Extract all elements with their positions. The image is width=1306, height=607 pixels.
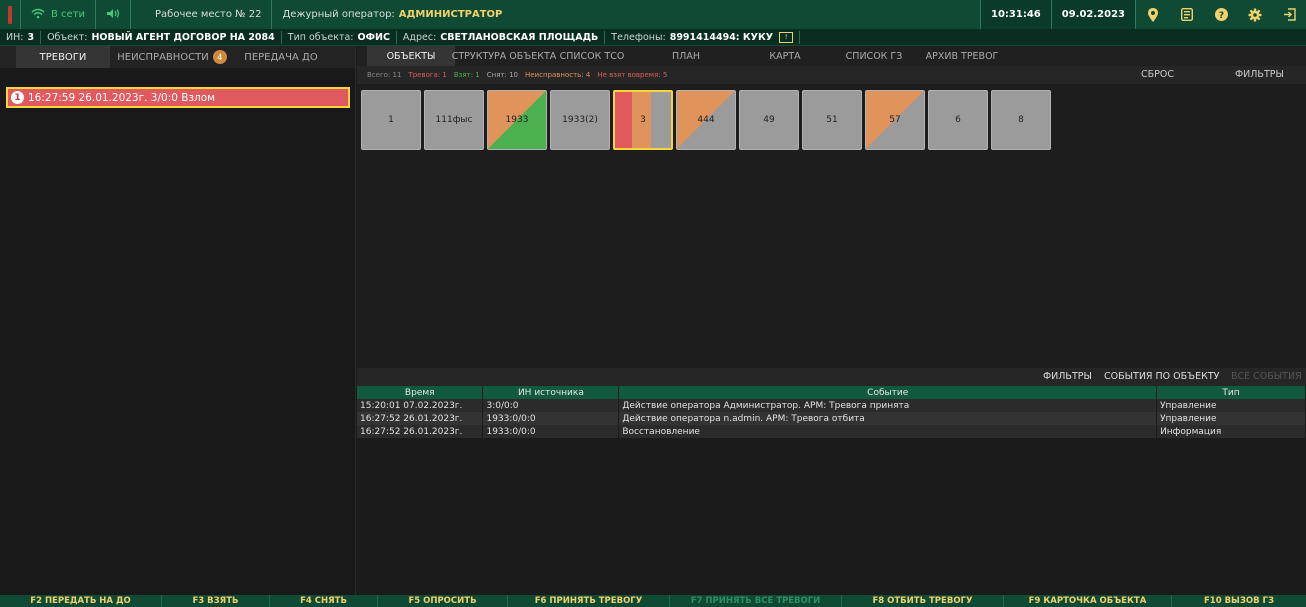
table-row[interactable]: 15:20:01 07.02.2023г. 3:0/0:0 Действие о… xyxy=(357,399,1306,412)
tab-object-structure[interactable]: СТРУКТУРА ОБЪЕКТА xyxy=(452,46,557,66)
object-tile[interactable]: 1 xyxy=(361,90,421,150)
info-in: ИН: 3 xyxy=(0,30,42,44)
settings-icon[interactable] xyxy=(1238,0,1272,29)
alarm-text: 16:27:59 26.01.2023г. 3/0:0 Взлом xyxy=(28,91,216,104)
stat-fault: Неисправность: 4 xyxy=(524,71,591,79)
f6-accept-alarm-button[interactable]: F6 ПРИНЯТЬ ТРЕВОГУ xyxy=(508,595,670,607)
object-tile[interactable]: 57 xyxy=(865,90,925,150)
tab-tso-list[interactable]: СПИСОК ТСО xyxy=(553,46,631,66)
alarm-indicator xyxy=(0,0,21,29)
filters-button[interactable]: ФИЛЬТРЫ xyxy=(1235,69,1284,80)
object-tile-selected[interactable]: 3 xyxy=(613,90,673,150)
stat-late: Не взят вовремя: 5 xyxy=(597,71,668,79)
object-tile[interactable]: 51 xyxy=(802,90,862,150)
tab-alarm-archive[interactable]: АРХИВ ТРЕВОГ xyxy=(919,46,1005,66)
clock-date: 09.02.2023 xyxy=(1051,0,1136,29)
workplace: Рабочее место № 22 xyxy=(131,0,273,29)
alarm-number: 1 xyxy=(11,91,24,104)
f9-object-card-button[interactable]: F9 КАРТОЧКА ОБЪЕКТА xyxy=(1004,595,1172,607)
stat-removed: Снят: 10 xyxy=(486,71,518,79)
tab-gz-list[interactable]: СПИСОК ГЗ xyxy=(829,46,919,66)
stats-bar: Всего: 11 Тревога: 1 Взят: 1 Снят: 10 Не… xyxy=(357,66,1306,84)
stat-alarm: Тревога: 1 xyxy=(408,71,447,79)
object-tile[interactable]: 6 xyxy=(928,90,988,150)
object-tile[interactable]: 1933 xyxy=(487,90,547,150)
stat-total: Всего: 11 xyxy=(367,71,402,79)
logout-icon[interactable] xyxy=(1272,0,1306,29)
f8-dismiss-alarm-button[interactable]: F8 ОТБИТЬ ТРЕВОГУ xyxy=(842,595,1004,607)
tab-plan[interactable]: ПЛАН xyxy=(631,46,741,66)
object-tile[interactable]: 1933(2) xyxy=(550,90,610,150)
tab-map[interactable]: КАРТА xyxy=(741,46,829,66)
events-by-object-button[interactable]: СОБЫТИЯ ПО ОБЪЕКТУ xyxy=(1104,371,1219,382)
events-header: ФИЛЬТРЫ СОБЫТИЯ ПО ОБЪЕКТУ ВСЕ СОБЫТИЯ xyxy=(357,368,1306,386)
f5-poll-button[interactable]: F5 ОПРОСИТЬ xyxy=(378,595,508,607)
tab-objects[interactable]: ОБЪЕКТЫ xyxy=(367,46,455,66)
operator: Дежурный оператор: АДМИНИСТРАТОР xyxy=(272,0,512,29)
connection-status: В сети xyxy=(21,0,97,29)
right-panel: ОБЪЕКТЫ СТРУКТУРА ОБЪЕКТА СПИСОК ТСО ПЛА… xyxy=(357,46,1306,595)
location-icon[interactable] xyxy=(1136,0,1170,29)
object-tile[interactable]: 8 xyxy=(991,90,1051,150)
events-panel: ФИЛЬТРЫ СОБЫТИЯ ПО ОБЪЕКТУ ВСЕ СОБЫТИЯ В… xyxy=(357,368,1306,595)
f7-accept-all-button[interactable]: F7 ПРИНЯТЬ ВСЕ ТРЕВОГИ xyxy=(670,595,842,607)
object-tile[interactable]: 444 xyxy=(676,90,736,150)
tab-transfer-do[interactable]: ПЕРЕДАЧА ДО xyxy=(234,46,328,68)
column-header-event[interactable]: Событие xyxy=(618,386,1158,399)
help-icon[interactable]: ? xyxy=(1204,0,1238,29)
sound-toggle[interactable] xyxy=(96,0,132,29)
table-row[interactable]: 16:27:52 26.01.2023г. 1933:0/0:0 Действи… xyxy=(357,412,1306,425)
left-tabs: ТРЕВОГИ НЕИСПРАВНОСТИ 4 ПЕРЕДАЧА ДО xyxy=(0,46,355,68)
operator-value: АДМИНИСТРАТОР xyxy=(398,9,503,20)
f4-remove-button[interactable]: F4 СНЯТЬ xyxy=(270,595,378,607)
object-info-bar: ИН: 3 Объект: НОВЫЙ АГЕНТ ДОГОВОР НА 2084 … xyxy=(0,29,1306,46)
events-table: Время ИН источника Событие Тип 15:20:01 … xyxy=(357,386,1306,438)
info-address: Адрес: СВЕТЛАНОВСКАЯ ПЛОЩАДЬ xyxy=(397,30,606,44)
reset-button[interactable]: СБРОС xyxy=(1141,69,1174,80)
table-row[interactable]: 16:27:52 26.01.2023г. 1933:0/0:0 Восстан… xyxy=(357,425,1306,438)
f10-call-gz-button[interactable]: F10 ВЫЗОВ ГЗ xyxy=(1172,595,1306,607)
left-panel: ТРЕВОГИ НЕИСПРАВНОСТИ 4 ПЕРЕДАЧА ДО 1 16:… xyxy=(0,46,356,595)
events-filters-button[interactable]: ФИЛЬТРЫ xyxy=(1043,371,1092,382)
info-phones: Телефоны: 8991414494: КУКУ! xyxy=(605,30,801,44)
info-object: Объект: НОВЫЙ АГЕНТ ДОГОВОР НА 2084 xyxy=(41,30,282,44)
status-text: В сети xyxy=(51,9,86,20)
object-tile[interactable]: 111фыс xyxy=(424,90,484,150)
faults-count-badge: 4 xyxy=(212,50,227,64)
message-icon[interactable]: ! xyxy=(779,31,794,43)
journal-icon[interactable] xyxy=(1170,0,1204,29)
speaker-icon xyxy=(106,8,120,22)
top-bar: В сети Рабочее место № 22 Дежурный опера… xyxy=(0,0,1306,29)
stat-taken: Взят: 1 xyxy=(453,71,480,79)
clock-time: 10:31:46 xyxy=(979,0,1052,29)
column-header-source[interactable]: ИН источника xyxy=(482,386,620,399)
workplace-text: Рабочее место № 22 xyxy=(155,9,262,20)
alarm-item[interactable]: 1 16:27:59 26.01.2023г. 3/0:0 Взлом xyxy=(6,87,350,108)
operator-label: Дежурный оператор: xyxy=(282,9,395,20)
svg-text:?: ? xyxy=(1218,11,1223,21)
column-header-time[interactable]: Время xyxy=(357,386,484,399)
function-key-bar: F2 ПЕРЕДАТЬ НА ДО F3 ВЗЯТЬ F4 СНЯТЬ F5 О… xyxy=(0,595,1306,607)
object-tile[interactable]: 49 xyxy=(739,90,799,150)
right-tabs: ОБЪЕКТЫ СТРУКТУРА ОБЪЕКТА СПИСОК ТСО ПЛА… xyxy=(357,46,1306,66)
column-header-type[interactable]: Тип xyxy=(1156,386,1306,399)
tab-alarms[interactable]: ТРЕВОГИ xyxy=(16,46,110,68)
all-events-button[interactable]: ВСЕ СОБЫТИЯ xyxy=(1231,371,1302,382)
wifi-icon xyxy=(31,8,45,22)
info-object-type: Тип объекта: ОФИС xyxy=(282,30,397,44)
f3-take-button[interactable]: F3 ВЗЯТЬ xyxy=(162,595,270,607)
f2-transfer-button[interactable]: F2 ПЕРЕДАТЬ НА ДО xyxy=(0,595,162,607)
tab-faults[interactable]: НЕИСПРАВНОСТИ 4 xyxy=(110,46,234,68)
